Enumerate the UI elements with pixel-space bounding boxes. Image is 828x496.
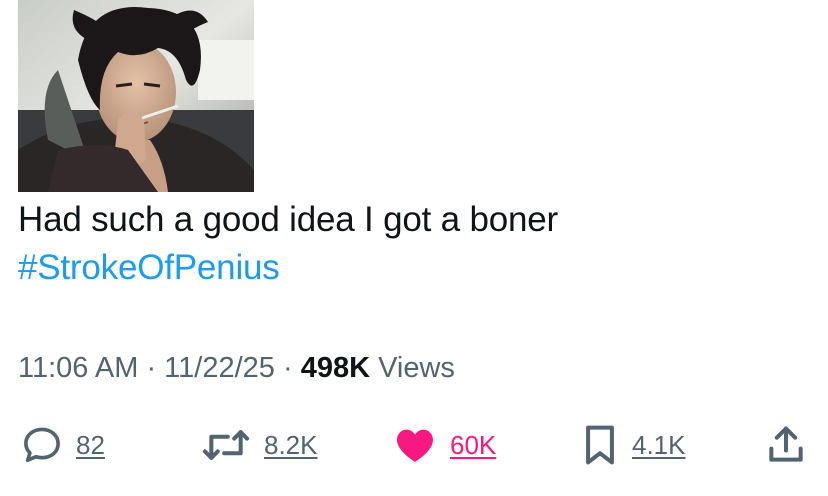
meta-separator: · (274, 352, 301, 384)
bookmark-count: 4.1K (632, 429, 686, 460)
heart-filled-icon (397, 429, 433, 462)
like-count: 60K (450, 429, 497, 460)
anime-character-illustration (18, 0, 254, 192)
tweet-actions-bar: 82 8.2K 60K 4.1K (0, 420, 828, 470)
share-button[interactable] (764, 420, 808, 470)
repost-button[interactable]: 8.2K (200, 420, 318, 470)
views-count: 498K (300, 352, 371, 384)
tweet-text-line: Had such a good idea I got a boner (18, 200, 558, 239)
bookmark-button[interactable]: 4.1K (580, 420, 686, 470)
tweet-date[interactable]: 11/22/25 (164, 352, 275, 384)
views-label: Views (378, 352, 455, 384)
repost-count: 8.2K (264, 429, 318, 460)
share-upload-icon (769, 426, 803, 462)
hashtag-link[interactable]: #StrokeOfPenius (18, 244, 558, 292)
like-button[interactable]: 60K (392, 420, 496, 470)
bookmark-icon (586, 425, 614, 465)
tweet-image[interactable] (18, 0, 254, 192)
tweet-text: Had such a good idea I got a boner #Stro… (18, 196, 558, 292)
meta-separator: · (138, 352, 165, 384)
repost-arrows-icon (202, 430, 250, 460)
tweet-metadata: 11:06 AM · 11/22/25 · 498K Views (18, 348, 455, 388)
reply-button[interactable]: 82 (20, 420, 105, 470)
reply-bubble-icon (24, 427, 60, 463)
tweet-time[interactable]: 11:06 AM (18, 352, 138, 384)
reply-count: 82 (76, 429, 105, 460)
